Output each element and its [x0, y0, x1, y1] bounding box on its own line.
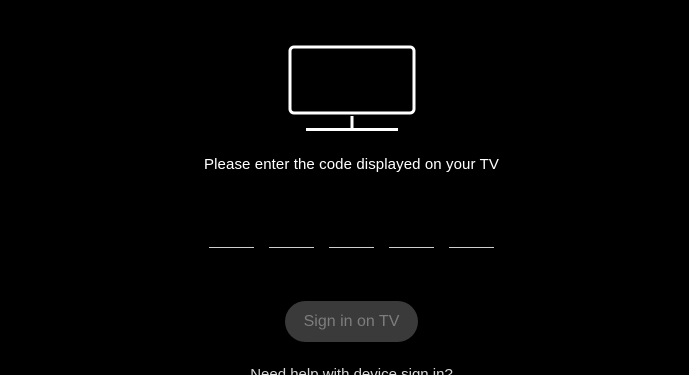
code-digit-input-2[interactable]	[269, 228, 314, 248]
code-digit-input-4[interactable]	[389, 228, 434, 248]
code-digit-input-1[interactable]	[209, 228, 254, 248]
code-input-row	[209, 228, 509, 248]
code-prompt-text: Please enter the code displayed on your …	[204, 156, 499, 173]
code-digit-input-5[interactable]	[449, 228, 494, 248]
device-sign-in-page: Please enter the code displayed on your …	[0, 0, 689, 375]
sign-in-on-tv-button[interactable]: Sign in on TV	[285, 301, 418, 342]
tv-icon	[288, 45, 416, 131]
code-digit-input-3[interactable]	[329, 228, 374, 248]
device-sign-in-help-link[interactable]: Need help with device sign in?	[0, 366, 689, 375]
